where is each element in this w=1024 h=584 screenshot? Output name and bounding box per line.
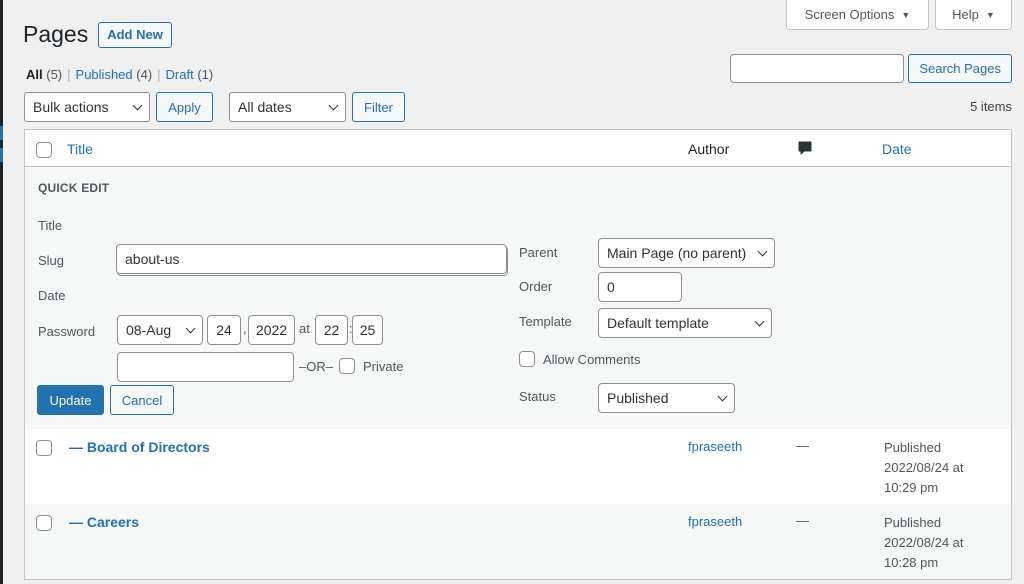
private-label: Private: [363, 359, 404, 374]
view-draft-link[interactable]: Draft: [166, 67, 194, 82]
title-label: Title: [38, 218, 63, 233]
private-checkbox[interactable]: [339, 358, 355, 374]
items-count: 5 items: [970, 99, 1012, 114]
year-input[interactable]: 2022: [248, 315, 295, 345]
add-new-button[interactable]: Add New: [98, 21, 172, 48]
status-value: Published: [607, 390, 669, 406]
status-label: Status: [519, 389, 556, 404]
password-label: Password: [38, 324, 96, 339]
minute-input[interactable]: 25: [352, 315, 383, 345]
row-date-status: Published: [884, 515, 942, 530]
cancel-button[interactable]: Cancel: [110, 385, 174, 415]
chevron-down-icon: [754, 316, 765, 326]
dates-filter-select[interactable]: All dates: [229, 92, 346, 122]
view-all-count: (5): [46, 67, 63, 82]
row-comments: —: [796, 513, 809, 528]
password-input[interactable]: [117, 352, 294, 382]
row-date-time: 10:28 pm: [884, 555, 939, 570]
caret-down-icon: ▼: [985, 9, 995, 20]
order-label: Order: [519, 279, 553, 294]
month-value: 08-Aug: [126, 322, 172, 338]
row-date-status: Published: [884, 440, 942, 455]
allow-comments-checkbox[interactable]: [519, 351, 535, 367]
day-input[interactable]: 24: [207, 315, 241, 345]
chevron-down-icon: [132, 100, 143, 110]
status-select[interactable]: Published: [598, 383, 735, 413]
bulk-actions-select[interactable]: Bulk actions: [24, 92, 150, 122]
search-pages-button[interactable]: Search Pages: [908, 54, 1012, 83]
parent-value: Main Page (no parent): [607, 245, 747, 261]
screen-meta-links: Screen Options ▼ Help ▼: [786, 0, 1012, 30]
screen-options-label: Screen Options: [804, 7, 895, 22]
comment-bubble-icon: [798, 141, 812, 160]
view-published[interactable]: Published (4): [76, 67, 153, 82]
table-row: — Board of Directors fpraseeth — Publish…: [25, 429, 1011, 504]
separator: |: [157, 67, 161, 82]
tablenav-top: Bulk actions Apply All dates Filter: [24, 92, 405, 122]
view-published-count: (4): [136, 67, 153, 82]
template-value: Default template: [607, 315, 709, 331]
search-box: Search Pages: [730, 54, 1012, 83]
quick-edit-actions: Update Cancel: [37, 385, 174, 415]
page-title: Pages: [23, 21, 89, 47]
hour-input[interactable]: 22: [315, 315, 348, 345]
page-header: Pages Add New: [23, 21, 172, 48]
view-draft-count: (1): [197, 67, 214, 82]
view-draft[interactable]: Draft (1): [166, 67, 214, 82]
update-button[interactable]: Update: [37, 385, 104, 415]
view-filters: All (5) | Published (4) | Draft (1): [26, 67, 213, 82]
column-date-sort[interactable]: Date: [882, 141, 912, 157]
order-input[interactable]: 0: [598, 272, 682, 302]
template-label: Template: [519, 314, 572, 329]
table-header: Title Author Date: [25, 130, 1011, 167]
parent-select[interactable]: Main Page (no parent): [598, 238, 775, 268]
search-input[interactable]: [730, 54, 905, 83]
select-all-checkbox[interactable]: [36, 142, 52, 158]
view-published-link[interactable]: Published: [76, 67, 133, 82]
screen-options-button[interactable]: Screen Options ▼: [786, 0, 929, 30]
quick-edit-heading: QUICK EDIT: [38, 181, 110, 195]
chevron-down-icon: [717, 391, 728, 401]
chevron-down-icon: [328, 100, 339, 110]
parent-label: Parent: [519, 245, 558, 260]
date-at: at: [299, 321, 310, 336]
view-all-label: All: [26, 67, 43, 82]
help-label: Help: [952, 7, 979, 22]
row-date: Published 2022/08/24 at 10:29 pm: [884, 438, 964, 498]
help-button[interactable]: Help ▼: [935, 0, 1012, 30]
row-date: Published 2022/08/24 at 10:28 pm: [884, 513, 964, 573]
row-author-link[interactable]: fpraseeth: [688, 514, 742, 529]
row-author-link[interactable]: fpraseeth: [688, 439, 742, 454]
row-date-time: 10:29 pm: [884, 480, 939, 495]
month-select[interactable]: 08-Aug: [117, 315, 203, 345]
apply-button[interactable]: Apply: [156, 92, 213, 122]
or-separator: –OR–: [299, 359, 333, 374]
row-title-link[interactable]: — Board of Directors: [69, 439, 210, 455]
chevron-down-icon: [185, 323, 196, 333]
row-checkbox[interactable]: [36, 440, 52, 456]
slug-input[interactable]: [116, 244, 507, 274]
dates-filter-value: All dates: [238, 99, 292, 115]
pages-table: Title Author Date QUICK EDIT Title Slug …: [24, 129, 1012, 580]
filter-button[interactable]: Filter: [352, 92, 405, 122]
allow-comments-label: Allow Comments: [543, 352, 641, 367]
view-all[interactable]: All (5): [26, 67, 62, 82]
slug-label: Slug: [38, 253, 65, 268]
template-select[interactable]: Default template: [598, 308, 772, 338]
bulk-actions-value: Bulk actions: [33, 99, 109, 115]
main-content: Screen Options ▼ Help ▼ Pages Add New Al…: [3, 0, 1024, 584]
chevron-down-icon: [757, 246, 768, 256]
row-title-link[interactable]: — Careers: [69, 514, 139, 530]
column-title-sort[interactable]: Title: [67, 141, 93, 157]
caret-down-icon: ▼: [901, 9, 911, 20]
separator: |: [67, 67, 71, 82]
date-comma: ,: [243, 321, 247, 336]
row-date-value: 2022/08/24 at: [884, 535, 964, 550]
row-date-value: 2022/08/24 at: [884, 460, 964, 475]
row-comments: —: [796, 438, 809, 453]
date-label: Date: [38, 288, 66, 303]
column-author: Author: [688, 141, 730, 157]
table-row: — Careers fpraseeth — Published 2022/08/…: [25, 504, 1011, 579]
row-checkbox[interactable]: [36, 515, 52, 531]
